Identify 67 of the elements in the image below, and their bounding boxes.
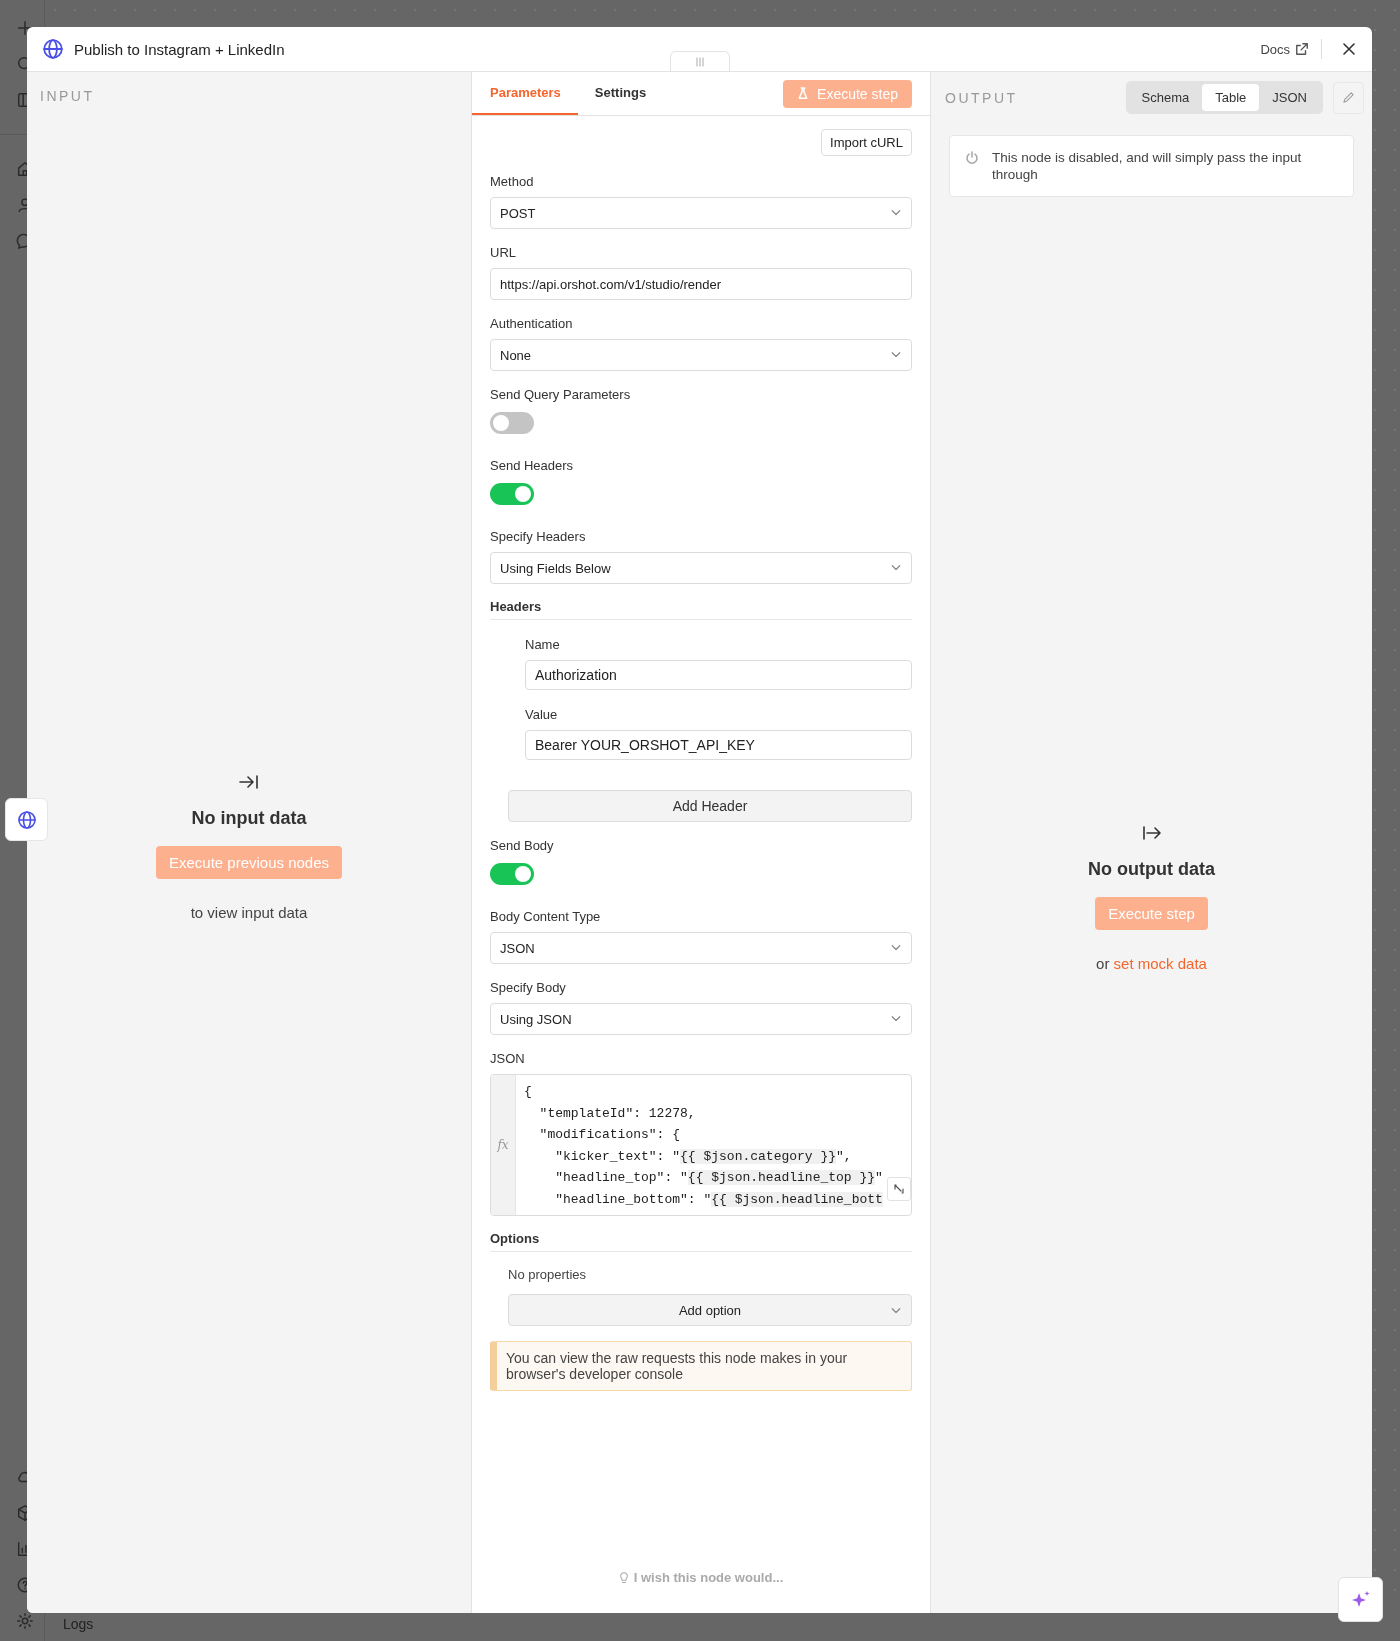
flask-icon [797, 87, 810, 100]
tab[interactable]: Settings [577, 72, 664, 115]
field-label: Send Query Parameters [490, 386, 632, 404]
pencil-icon [1342, 91, 1355, 104]
field-label: URL [490, 244, 517, 262]
expression-label: fx [497, 1138, 509, 1152]
node-button[interactable] [5, 798, 48, 841]
import-curl-button[interactable]: Import cURL [821, 129, 912, 156]
field-label: Send Headers [490, 457, 575, 475]
power-icon [965, 151, 979, 165]
field-label: Send Body [490, 837, 555, 855]
toggle-switch[interactable] [490, 863, 534, 885]
select-field[interactable]: POST [490, 197, 912, 229]
globe-icon [42, 38, 64, 60]
empty-hint: to view input data [190, 904, 308, 921]
lightbulb-icon [618, 1571, 629, 1584]
info-notice: You can view the raw requests this node makes in your browser's developer console [490, 1341, 912, 1391]
add-header-button[interactable]: Add Header [508, 790, 912, 822]
notice-text: This node is disabled, and will simply pass the input through [992, 149, 1303, 183]
code-line: { [524, 1083, 532, 1101]
field-label: Authentication [490, 315, 574, 333]
close-icon[interactable] [1342, 42, 1356, 56]
add-option-button[interactable]: Add option [508, 1294, 912, 1326]
grip-icon [695, 56, 705, 67]
field-label: Specify Body [490, 979, 567, 997]
empty-title: No output data [1088, 859, 1215, 880]
external-link-icon [1295, 42, 1309, 56]
expand-icon[interactable] [887, 1177, 911, 1201]
select-field[interactable]: None [490, 339, 912, 371]
window-title: Publish to Instagram + LinkedIn [74, 40, 285, 58]
globe-icon [16, 809, 37, 830]
toggle-switch[interactable] [490, 483, 534, 505]
input-field[interactable]: Authorization [525, 660, 912, 690]
select-field[interactable]: Using Fields Below [490, 552, 912, 584]
code-line: "templateId": 12278, [538, 1104, 696, 1123]
code-line: "modifications": { [538, 1126, 681, 1144]
field-label: JSON [490, 1050, 526, 1068]
section-label: Options [490, 1231, 912, 1252]
panel-heading: OUTPUT [945, 89, 1018, 106]
input-field[interactable]: https://api.orshot.com/v1/studio/render [490, 268, 912, 300]
toggle-switch[interactable] [490, 412, 534, 434]
arrow-to-bar-icon [239, 774, 259, 790]
drag-handle[interactable] [670, 51, 730, 71]
gear-icon[interactable] [16, 1612, 34, 1630]
docs-link[interactable]: Docs [1260, 41, 1309, 57]
panel-heading: INPUT [39, 87, 96, 104]
input-field[interactable]: Bearer YOUR_ORSHOT_API_KEY [525, 730, 912, 760]
code-line: "headline_top": "{{ $json.headline_top }}" [554, 1169, 883, 1187]
view-tab[interactable]: JSON [1259, 84, 1320, 111]
view-tab[interactable]: Schema [1128, 84, 1203, 111]
select-field[interactable]: JSON [490, 932, 912, 964]
code-line: "headline_bottom": "{{ $json.headline_bott [554, 1190, 883, 1209]
field-label: Name [525, 636, 561, 654]
section-label: Headers [490, 599, 912, 620]
select-field[interactable]: Using JSON [490, 1003, 912, 1035]
code-line: "kicker_text": "{{ $json.category }}", [554, 1147, 852, 1166]
field-label: Specify Headers [490, 528, 587, 546]
assistant-button[interactable] [1338, 1577, 1383, 1622]
field-label: Value [525, 706, 559, 724]
empty-text: No properties [508, 1267, 588, 1282]
code-editor[interactable]: fx { "templateId": 12278, "modifications": { "kicker_text": "{{ $json.category }}", "headline_top": "{{ $json.headline_top }}" "headline_bottom": "{{ $json.headline_bott [490, 1074, 912, 1216]
view-tab[interactable]: Table [1202, 84, 1260, 111]
field-label: Method [490, 173, 535, 191]
arrow-from-bar-icon [1141, 825, 1162, 841]
mock-data-hint: or set mock data [1096, 955, 1207, 972]
empty-title: No input data [191, 808, 307, 829]
field-label: Body Content Type [490, 908, 602, 926]
